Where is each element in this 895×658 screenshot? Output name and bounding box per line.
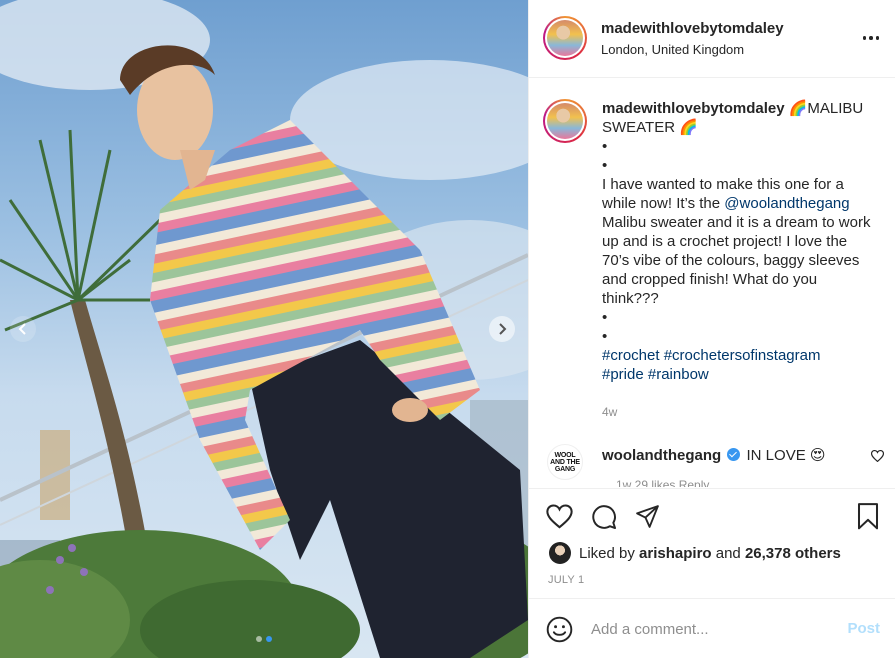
caption-bullet: • <box>602 309 608 326</box>
heart-icon[interactable] <box>871 450 884 462</box>
author-avatar[interactable] <box>543 16 587 60</box>
caption-title: 🌈MALIBU <box>788 100 864 117</box>
caption-title-2: SWEATER 🌈 <box>602 119 698 136</box>
liked-by-user[interactable]: arishapiro <box>639 545 712 562</box>
likes-count[interactable]: 26,378 others <box>745 545 841 562</box>
next-photo-button[interactable] <box>489 316 515 342</box>
more-options-icon[interactable] <box>860 28 882 48</box>
carousel-dot <box>256 636 262 642</box>
add-comment-bar: Post <box>529 598 895 658</box>
post-photo[interactable] <box>0 0 528 658</box>
likes-summary: Liked by arishapiro and 26,378 others <box>549 542 841 564</box>
share-icon[interactable] <box>634 504 661 529</box>
heart-icon[interactable] <box>546 504 573 529</box>
post-caption: madewithlovebytomdaley 🌈MALIBU SWEATER 🌈… <box>543 99 888 422</box>
mention-link[interactable]: @woolandthegang <box>724 195 849 212</box>
liked-by-label: Liked by <box>579 544 635 562</box>
photo-scene <box>0 0 528 658</box>
caption-text: Malibu sweater and it is a dream to work <box>602 214 871 231</box>
comment-text: IN LOVE 😍 <box>746 447 826 464</box>
comment-item: WOOL AND THE GANG woolandthegang IN LOVE… <box>543 440 888 487</box>
verified-icon <box>727 448 741 461</box>
hashtag-link[interactable]: #rainbow <box>648 366 709 383</box>
hashtag-link[interactable]: #pride <box>602 366 644 383</box>
post-date[interactable]: JULY 1 <box>548 574 584 586</box>
caption-text: think??? <box>602 290 659 307</box>
chevron-left-icon <box>18 323 26 335</box>
commenter-avatar[interactable]: WOOL AND THE GANG <box>547 444 583 480</box>
post-location[interactable]: London, United Kingdom <box>601 42 744 57</box>
post-panel: madewithlovebytomdaley London, United Ki… <box>528 0 895 658</box>
previous-photo-button[interactable] <box>10 316 36 342</box>
caption-bullet: • <box>602 157 608 174</box>
comment-input[interactable] <box>591 617 821 641</box>
carousel-dot-active <box>266 636 272 642</box>
likes-and-label: and <box>715 544 741 562</box>
post-comment-button[interactable]: Post <box>847 620 880 637</box>
caption-text: and cropped finish! What do you <box>602 271 818 288</box>
caption-text: 70’s vibe of the colours, baggy sleeves <box>602 252 860 269</box>
carousel-dots <box>0 636 528 642</box>
emoji-icon[interactable] <box>546 616 573 643</box>
caption-text: while now! It’s the <box>602 195 721 212</box>
caption-timestamp[interactable]: 4w <box>602 403 888 422</box>
caption-username[interactable]: madewithlovebytomdaley <box>602 100 785 117</box>
caption-avatar[interactable] <box>543 99 587 143</box>
bookmark-icon[interactable] <box>856 503 880 530</box>
post-header: madewithlovebytomdaley London, United Ki… <box>529 0 895 78</box>
caption-text: I have wanted to make this one for a <box>602 176 844 193</box>
chevron-right-icon <box>499 323 507 335</box>
caption-text: up and is a crochet project! I love the <box>602 233 848 250</box>
commenter-logo-text: WOOL AND THE GANG <box>550 451 580 473</box>
hashtag-link[interactable]: #crochet <box>602 347 660 364</box>
post-actions: Liked by arishapiro and 26,378 others JU… <box>529 488 895 598</box>
comment-icon[interactable] <box>590 504 618 530</box>
commenter-username[interactable]: woolandthegang <box>602 447 721 464</box>
liker-avatar[interactable] <box>549 542 571 564</box>
author-username[interactable]: madewithlovebytomdaley <box>601 20 784 37</box>
hashtag-link[interactable]: #crochetersofinstagram <box>664 347 821 364</box>
comment-meta: 1w 29 likes Reply <box>616 478 710 487</box>
comments-section[interactable]: madewithlovebytomdaley 🌈MALIBU SWEATER 🌈… <box>529 79 895 487</box>
caption-bullet: • <box>602 328 608 345</box>
caption-bullet: • <box>602 138 608 155</box>
